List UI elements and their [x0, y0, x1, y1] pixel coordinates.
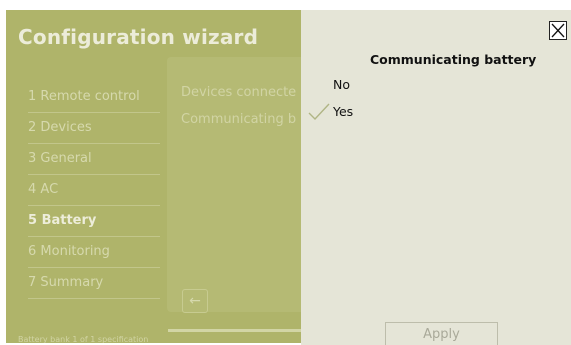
step-ac[interactable]: 4 AC [28, 175, 160, 206]
close-button[interactable] [549, 21, 567, 40]
checkmark-icon [308, 103, 330, 121]
wizard-steps: 1 Remote control 2 Devices 3 General 4 A… [28, 82, 160, 299]
selection-panel: Communicating battery No Yes Apply [301, 10, 571, 345]
screen: Configuration wizard 1 Remote control 2 … [0, 0, 571, 345]
arrow-left-icon: ← [189, 293, 201, 309]
step-summary[interactable]: 7 Summary [28, 268, 160, 299]
option-label: Yes [333, 104, 354, 119]
step-battery[interactable]: 5 Battery [28, 206, 160, 237]
wizard-content-panel: Devices connecte Communicating b [167, 57, 307, 312]
back-button[interactable]: ← [182, 289, 208, 313]
wizard-progress-bar [168, 329, 301, 332]
close-icon [551, 23, 565, 38]
panel-title: Communicating battery [370, 52, 537, 67]
wizard-title: Configuration wizard [18, 25, 259, 49]
devices-connected-label: Devices connecte [181, 85, 297, 100]
step-general[interactable]: 3 General [28, 144, 160, 175]
option-no[interactable]: No [333, 75, 350, 95]
option-yes[interactable]: Yes [308, 102, 354, 122]
option-label: No [333, 77, 350, 92]
apply-button[interactable]: Apply [385, 322, 498, 345]
step-devices[interactable]: 2 Devices [28, 113, 160, 144]
communicating-battery-label[interactable]: Communicating b [181, 112, 296, 127]
step-remote-control[interactable]: 1 Remote control [28, 82, 160, 113]
step-monitoring[interactable]: 6 Monitoring [28, 237, 160, 268]
wizard-footer-text: Battery bank 1 of 1 specification [18, 335, 149, 343]
